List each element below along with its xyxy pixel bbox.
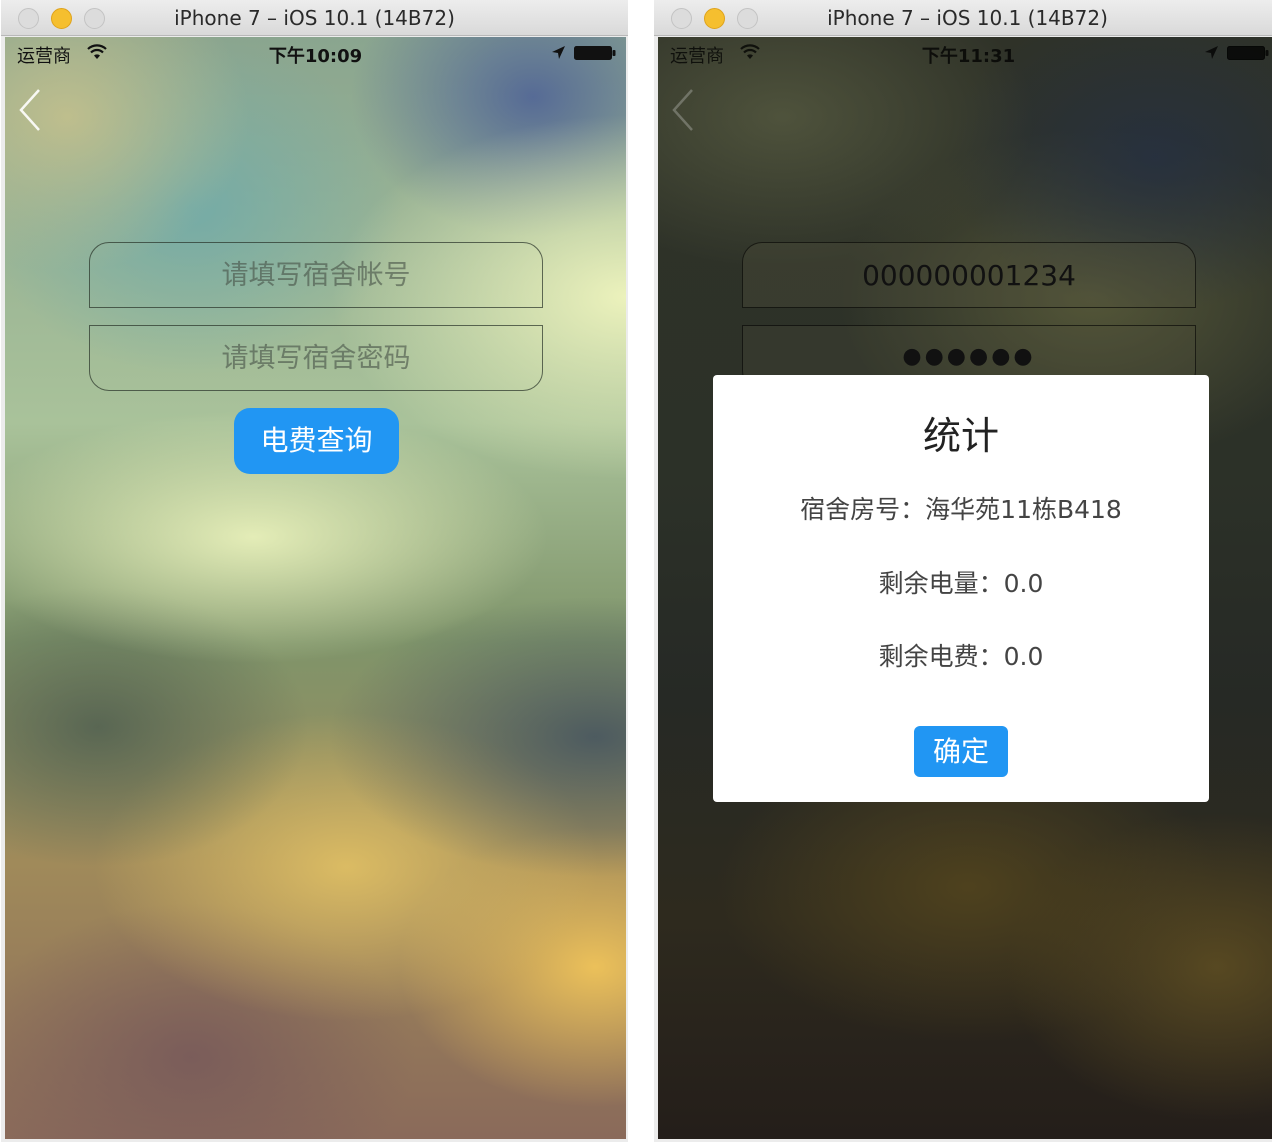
- battery-icon: [1227, 46, 1269, 60]
- remaining-fee-text: 剩余电费：0.0: [878, 642, 1044, 671]
- simulator-window-right: iPhone 7 – iOS 10.1 (14B72) 运营商 下午11:31 …: [654, 0, 1272, 1142]
- query-fee-button[interactable]: 电费查询: [234, 408, 399, 474]
- dialog-title: 统计: [922, 414, 999, 458]
- status-bar: 运营商 下午10:09: [5, 37, 626, 69]
- battery-icon: [574, 46, 616, 60]
- password-field[interactable]: [89, 325, 543, 391]
- status-time: 下午11:31: [921, 46, 1016, 67]
- window-title: iPhone 7 – iOS 10.1 (14B72): [827, 6, 1108, 30]
- room-number-text: 宿舍房号：海华苑11栋B418: [800, 495, 1122, 524]
- account-input[interactable]: [90, 243, 542, 307]
- confirm-button[interactable]: 确定: [914, 726, 1008, 777]
- simulator-window-left: iPhone 7 – iOS 10.1 (14B72) 运营商 下午10:09: [1, 0, 628, 1142]
- remaining-power-text: 剩余电量：0.0: [878, 569, 1044, 598]
- window-titlebar[interactable]: iPhone 7 – iOS 10.1 (14B72): [1, 0, 628, 36]
- password-masked-value: ●●●●●●: [902, 344, 1036, 369]
- account-value: 000000001234: [862, 259, 1076, 292]
- window-title: iPhone 7 – iOS 10.1 (14B72): [174, 6, 455, 30]
- account-field[interactable]: 000000001234: [742, 242, 1196, 308]
- back-chevron-icon[interactable]: [670, 87, 696, 133]
- back-chevron-icon[interactable]: [17, 87, 43, 133]
- status-time: 下午10:09: [268, 46, 363, 67]
- device-screen: 运营商 下午11:31 000000001234 ●●●●●● 统计 宿舍房号：…: [658, 37, 1272, 1139]
- stats-dialog: 统计 宿舍房号：海华苑11栋B418 剩余电量：0.0 剩余电费：0.0 确定: [713, 375, 1209, 802]
- device-screen: 运营商 下午10:09 电费查询: [5, 37, 626, 1139]
- location-arrow-icon: [552, 46, 565, 59]
- account-field[interactable]: [89, 242, 543, 308]
- status-bar: 运营商 下午11:31: [658, 37, 1272, 69]
- location-arrow-icon: [1205, 46, 1218, 59]
- window-titlebar[interactable]: iPhone 7 – iOS 10.1 (14B72): [654, 0, 1272, 36]
- password-input[interactable]: [90, 326, 542, 390]
